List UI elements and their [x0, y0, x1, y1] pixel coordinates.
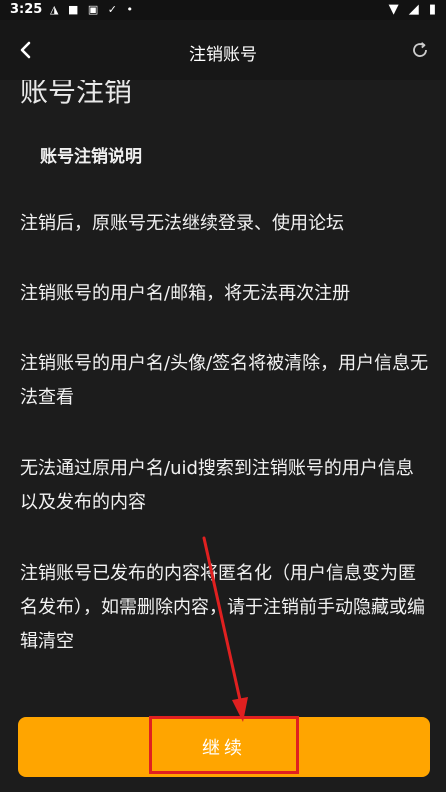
notice-paragraph: 注销账号已发布的内容将匿名化（用户信息变为匿名发布），如需删除内容，请于注销前手…	[20, 563, 425, 652]
continue-button[interactable]: 继续	[18, 717, 430, 777]
header-title: 注销账号	[189, 45, 257, 65]
notice-paragraph: 注销后，原账号无法继续登录、使用论坛	[20, 213, 344, 234]
section-title: 账号注销说明	[40, 147, 142, 167]
notice-paragraph: 注销账号的用户名/头像/签名将被清除，用户信息无法查看	[20, 353, 429, 408]
notice-paragraph: 注销账号的用户名/邮箱，将无法再次注册	[20, 283, 351, 304]
refresh-icon	[413, 42, 427, 57]
refresh-button[interactable]	[402, 32, 438, 68]
content-area: 账号注销 账号注销说明 注销后，原账号无法继续登录、使用论坛 注销账号的用户名/…	[0, 0, 446, 792]
app-bar: 注销账号	[0, 20, 446, 80]
continue-button-label: 继续	[202, 738, 246, 759]
notice-paragraph: 无法通过原用户名/uid搜索到注销账号的用户信息以及发布的内容	[20, 458, 414, 513]
